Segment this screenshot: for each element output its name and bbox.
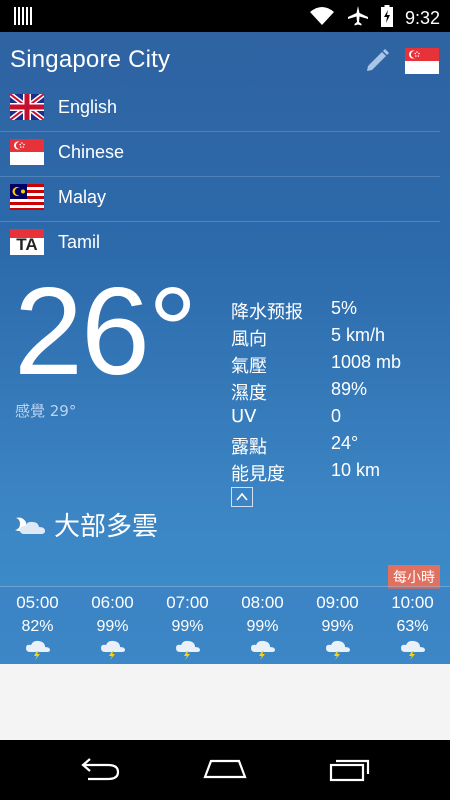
hourly-time: 09:00: [316, 593, 359, 612]
wifi-icon: [309, 6, 335, 30]
feels-like-temperature: 感覺 29°: [15, 402, 77, 420]
detail-row: 風向 5 km/h: [231, 325, 401, 352]
detail-row: 降水预报 5%: [231, 298, 401, 325]
detail-row: 濕度 89%: [231, 379, 401, 406]
detail-row: 露點 24°: [231, 433, 401, 460]
hourly-precip: 99%: [96, 618, 129, 635]
detail-label: UV: [231, 406, 257, 427]
language-item-english[interactable]: English: [0, 87, 440, 132]
detail-row: 能見度 10 km: [231, 460, 401, 487]
barcode-icon: [14, 7, 32, 29]
detail-label: 降水预报: [231, 302, 303, 323]
thunderstorm-icon: [175, 640, 200, 660]
thunderstorm-icon: [25, 640, 50, 660]
status-bar: 9:32: [0, 0, 450, 32]
detail-value: 5%: [331, 298, 358, 318]
language-label: Tamil: [58, 232, 101, 252]
detail-value: 89%: [331, 379, 368, 399]
detail-row: UV 0: [231, 406, 401, 433]
detail-value: 1008 mb: [331, 352, 402, 372]
tamil-flag-icon: TA: [10, 229, 44, 255]
svg-text:TA: TA: [16, 235, 37, 254]
language-item-malay[interactable]: Malay: [0, 177, 440, 222]
detail-row: 氣壓 1008 mb: [231, 352, 401, 379]
hourly-item[interactable]: 08:00 99%: [225, 587, 300, 660]
thunderstorm-icon: [250, 640, 275, 660]
hourly-forecast-strip[interactable]: 05:00 82% 06:00 99% 07:00 99% 08:00 99% …: [0, 586, 450, 664]
detail-value: 0: [331, 406, 342, 426]
detail-label: 濕度: [231, 383, 267, 404]
detail-label: 露點: [231, 437, 267, 458]
weather-details: 降水预报 5% 風向 5 km/h 氣壓 1008 mb 濕度 89% UV 0 露點 24…: [231, 298, 401, 487]
hourly-item[interactable]: 05:00 82%: [0, 587, 75, 660]
recent-apps-icon[interactable]: [328, 756, 372, 786]
language-menu: English Chinese Malay TA Tamil: [0, 87, 440, 266]
language-item-tamil[interactable]: TA Tamil: [0, 222, 440, 266]
hourly-item[interactable]: 10:00 63%: [375, 587, 450, 660]
thunderstorm-icon: [325, 640, 350, 660]
thunderstorm-icon: [100, 640, 125, 660]
singapore-flag-icon: [10, 139, 44, 165]
weather-screen: Singapore City English Chinese Malay TA …: [0, 32, 450, 664]
battery-charging-icon: [380, 5, 393, 31]
hourly-time: 10:00: [391, 593, 434, 612]
hourly-time: 07:00: [166, 593, 209, 612]
weather-condition: 大部多雲: [12, 506, 158, 543]
language-item-chinese[interactable]: Chinese: [0, 132, 440, 177]
thunderstorm-icon: [400, 640, 425, 660]
detail-label: 風向: [231, 329, 267, 350]
detail-label: 氣壓: [231, 356, 267, 377]
condition-text: 大部多雲: [54, 512, 159, 542]
back-icon[interactable]: [78, 757, 122, 785]
partly-cloudy-icon: [15, 517, 45, 534]
detail-value: 5 km/h: [331, 325, 386, 345]
airplane-icon: [347, 5, 369, 31]
language-label: English: [58, 97, 118, 117]
language-label: Chinese: [58, 142, 125, 162]
chevron-up-icon: [236, 492, 248, 501]
city-name[interactable]: Singapore City: [10, 46, 170, 74]
singapore-flag-icon[interactable]: [405, 48, 439, 74]
home-icon[interactable]: [201, 757, 249, 785]
hourly-time: 06:00: [91, 593, 134, 612]
detail-value: 24°: [331, 433, 359, 453]
content-area-blank: [0, 664, 450, 740]
uk-flag-icon: [8, 92, 46, 122]
malaysia-flag-icon: [10, 184, 44, 210]
hourly-precip: 63%: [396, 618, 429, 635]
hourly-precip: 99%: [321, 618, 354, 635]
hourly-precip: 99%: [246, 618, 279, 635]
navigation-bar: [0, 740, 450, 800]
hourly-time: 05:00: [16, 593, 59, 612]
current-temperature: 26°: [14, 263, 198, 401]
detail-label: 能見度: [231, 464, 285, 485]
hourly-precip: 82%: [21, 618, 54, 635]
edit-pencil-icon[interactable]: [364, 46, 392, 74]
language-label: Malay: [58, 187, 107, 207]
hourly-item[interactable]: 09:00 99%: [300, 587, 375, 660]
hourly-item[interactable]: 07:00 99%: [150, 587, 225, 660]
clock: 9:32: [404, 7, 440, 28]
hourly-precip: 99%: [171, 618, 204, 635]
collapse-details-button[interactable]: [231, 487, 253, 507]
detail-value: 10 km: [331, 460, 381, 480]
hourly-time: 08:00: [241, 593, 284, 612]
hourly-item[interactable]: 06:00 99%: [75, 587, 150, 660]
